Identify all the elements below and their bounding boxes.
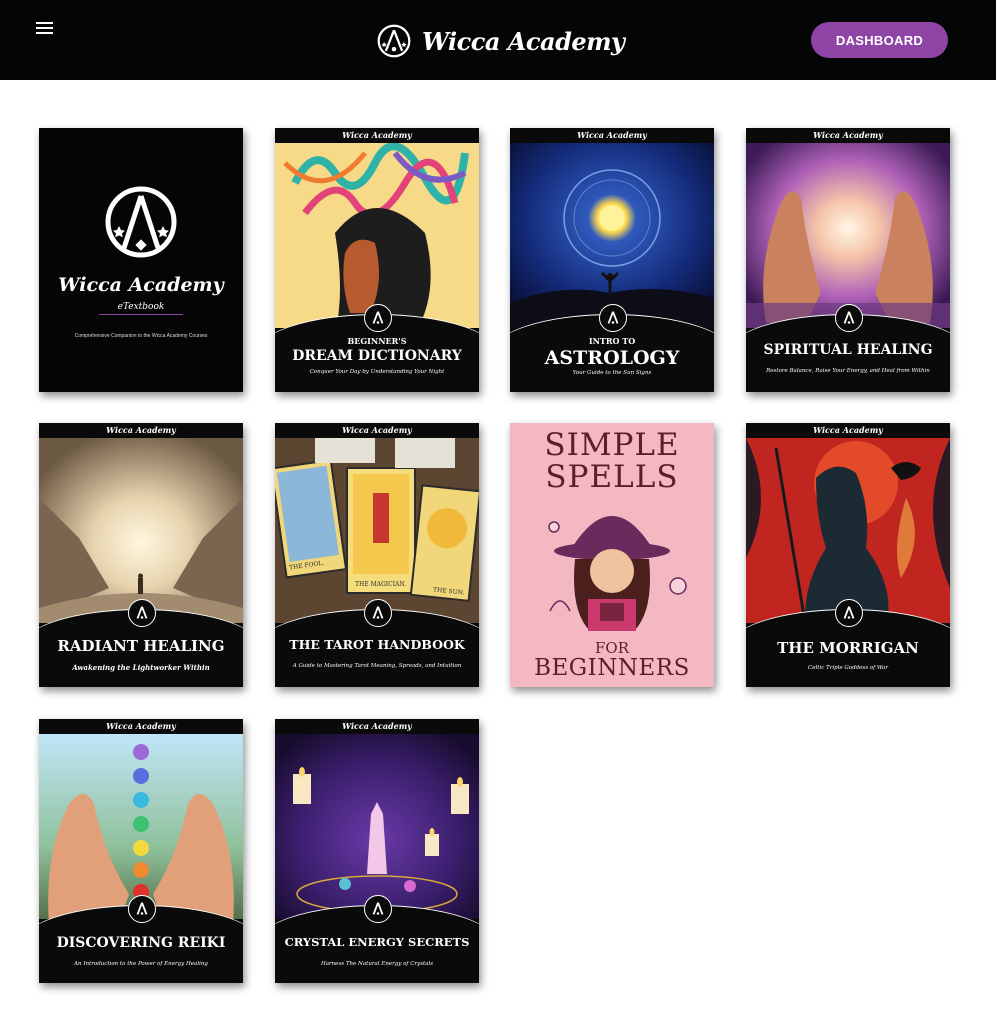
top-navigation-bar: Wicca Academy DASHBOARD <box>0 0 996 80</box>
witch-illustration <box>548 516 687 631</box>
book-title-panel: THE MORRIGAN Celtic Triple Goddess of Wa… <box>746 599 950 687</box>
book-title-panel: INTRO TO ASTROLOGY Your Guide to the Sun… <box>510 304 714 392</box>
divider <box>99 314 183 315</box>
book-brand-label: Wicca Academy <box>275 423 479 438</box>
book-card-simple-spells[interactable]: SIMPLE SPELLS FOR BEGINNERS <box>510 423 714 687</box>
book-title: DREAM DICTIONARY <box>292 348 462 364</box>
dashboard-button[interactable]: DASHBOARD <box>811 22 948 58</box>
book-tagline: Awakening the Lightworker Within <box>72 663 210 672</box>
book-tagline: An Introduction to the Power of Energy H… <box>74 961 208 967</box>
book-title-panel: SPIRITUAL HEALING Restore Balance, Raise… <box>746 304 950 392</box>
book-title-panel: THE TAROT HANDBOOK A Guide to Mastering … <box>275 599 479 687</box>
book-card-tarot-handbook[interactable]: Wicca Academy THE FOOL. THE MAGICIAN. TH… <box>275 423 479 687</box>
book-card-dream-dictionary[interactable]: Wicca Academy BEGINNER'S DREAM DICTIONAR… <box>275 128 479 392</box>
book-brand-label: Wicca Academy <box>746 423 950 438</box>
book-card-crystal-energy-secrets[interactable]: Wicca Academy CRYSTAL ENERGY SECRETS Har… <box>275 719 479 983</box>
etextbook-subtitle: eTextbook <box>117 302 165 312</box>
book-brand-label: Wicca Academy <box>510 128 714 143</box>
book-title: SPIRITUAL HEALING <box>763 342 933 358</box>
book-card-astrology[interactable]: Wicca Academy INTRO TO ASTROLOGY Your Gu… <box>510 128 714 392</box>
book-card-etextbook[interactable]: Wicca Academy eTextbook Comprehensive Co… <box>39 128 243 392</box>
book-brand-label: Wicca Academy <box>275 128 479 143</box>
book-brand-label: Wicca Academy <box>746 128 950 143</box>
book-title: THE MORRIGAN <box>777 639 919 657</box>
hamburger-menu-icon[interactable] <box>36 22 54 36</box>
book-title: SIMPLE SPELLS <box>510 429 714 493</box>
etextbook-title: Wicca Academy <box>58 274 224 296</box>
book-title-panel: CRYSTAL ENERGY SECRETS Harness The Natur… <box>275 895 479 983</box>
book-card-spiritual-healing[interactable]: Wicca Academy SPIRITUAL HEALING Restore … <box>746 128 950 392</box>
book-pre-title: BEGINNER'S <box>347 336 407 346</box>
book-tagline: Your Guide to the Sun Signs <box>572 370 652 376</box>
book-title-panel: DISCOVERING REIKI An Introduction to the… <box>39 895 243 983</box>
etextbook-description: Comprehensive Companion to the Wicca Aca… <box>74 333 208 339</box>
wicca-academy-logo-icon <box>105 186 177 258</box>
book-title-panel: BEGINNER'S DREAM DICTIONARY Conquer Your… <box>275 304 479 392</box>
wicca-academy-emblem-icon <box>128 599 156 627</box>
book-pre-title: INTRO TO <box>588 336 636 346</box>
title-line: SIMPLE <box>544 427 680 463</box>
book-title: THE TAROT HANDBOOK <box>289 637 465 652</box>
brand[interactable]: Wicca Academy <box>376 22 625 60</box>
book-card-the-morrigan[interactable]: Wicca Academy THE MORRIGAN Celtic Triple… <box>746 423 950 687</box>
book-brand-label: Wicca Academy <box>39 423 243 438</box>
wicca-academy-emblem-icon <box>599 304 627 332</box>
book-tagline: Celtic Triple Goddess of War <box>808 665 888 671</box>
book-tagline: Conquer Your Day by Understanding Your N… <box>309 369 445 375</box>
wicca-academy-logo-icon <box>377 24 411 58</box>
book-title: RADIANT HEALING <box>57 637 225 655</box>
wicca-academy-emblem-icon <box>364 599 392 627</box>
book-tagline: A Guide to Mastering Tarot Meaning, Spre… <box>292 663 462 669</box>
wicca-academy-emblem-icon <box>364 304 392 332</box>
book-title: CRYSTAL ENERGY SECRETS <box>284 935 470 949</box>
book-brand-label: Wicca Academy <box>275 719 479 734</box>
book-card-discovering-reiki[interactable]: Wicca Academy DISCOVERING REIKI An Intro… <box>39 719 243 983</box>
wicca-academy-emblem-icon <box>364 895 392 923</box>
tarot-card-label: THE MAGICIAN. <box>355 581 407 588</box>
book-brand-label: Wicca Academy <box>39 719 243 734</box>
book-title-beginners: BEGINNERS <box>534 655 690 681</box>
book-title-panel: RADIANT HEALING Awakening the Lightworke… <box>39 599 243 687</box>
title-line: SPELLS <box>545 459 679 495</box>
book-title: DISCOVERING REIKI <box>56 935 226 951</box>
book-tagline: Restore Balance, Raise Your Energy, and … <box>766 368 930 374</box>
wicca-academy-emblem-icon <box>835 304 863 332</box>
brand-name: Wicca Academy <box>422 26 625 56</box>
book-card-radiant-healing[interactable]: Wicca Academy RADIANT HEALING Awakening … <box>39 423 243 687</box>
book-title: ASTROLOGY <box>544 347 680 369</box>
wicca-academy-emblem-icon <box>128 895 156 923</box>
wicca-academy-emblem-icon <box>835 599 863 627</box>
book-tagline: Harness The Natural Energy of Crystals <box>320 961 434 967</box>
